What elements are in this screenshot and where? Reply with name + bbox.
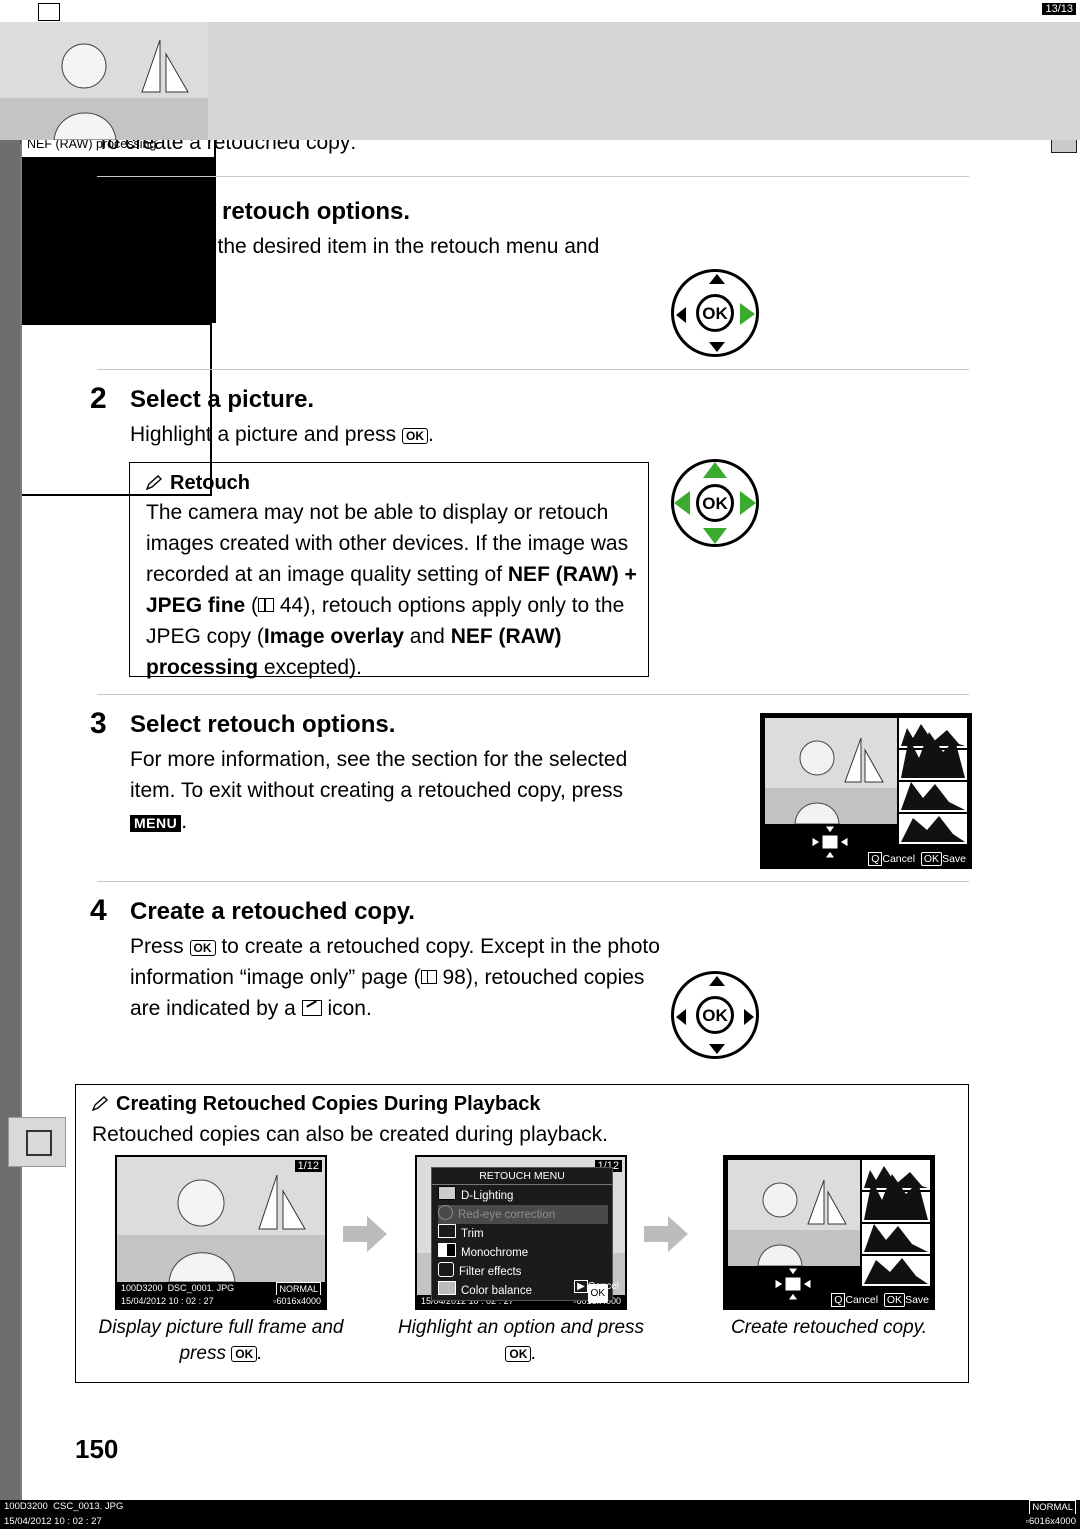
page-number: 150: [75, 1434, 119, 1464]
step-2-body: Highlight a picture and press OK.: [130, 423, 434, 446]
multi-selector-step1[interactable]: OK: [671, 269, 759, 357]
result-image: [728, 1160, 860, 1267]
overlay-item-trim[interactable]: Trim: [438, 1224, 608, 1243]
caption-1: Display picture full frame and press OK.: [98, 1317, 344, 1364]
pencil-icon: [145, 474, 163, 491]
note-retouch-title: Retouch: [145, 472, 250, 495]
red-eye-icon: [438, 1205, 453, 1220]
overlay-item-d-lighting[interactable]: D-Lighting: [438, 1186, 608, 1205]
retouch-preview-screen: Q Cancel OK Save: [760, 713, 972, 869]
playback-info-line2: 15/04/2012 10 : 02 : 27 ▫6016x4000: [117, 1295, 325, 1308]
note-playback-title: Creating Retouched Copies During Playbac…: [91, 1093, 541, 1116]
preview-footer: Q Cancel OK Save: [868, 852, 966, 866]
frame-counter: 1/12: [294, 1160, 322, 1172]
dpad-up-icon[interactable]: [709, 274, 725, 284]
caption-3: Create retouched copy.: [730, 1317, 928, 1338]
overlay-item-monochrome[interactable]: Monochrome: [438, 1243, 608, 1262]
playback-result-screen: Q Cancel OK Save: [723, 1155, 935, 1310]
dpad-down-icon[interactable]: [709, 1044, 725, 1054]
histogram-panel: [862, 1160, 930, 1286]
dpad-up-icon[interactable]: [703, 462, 727, 478]
ok-button[interactable]: OK: [696, 294, 734, 332]
ok-glyph: OK: [189, 940, 216, 956]
retouch-indicator-icon: [301, 1000, 322, 1016]
overlay-item-red-eye-correction[interactable]: Red-eye correction: [438, 1205, 608, 1224]
dpad-right-icon[interactable]: [744, 1009, 754, 1025]
divider-1: [97, 176, 969, 177]
divider-4: [97, 881, 969, 882]
pencil-icon: [91, 1095, 109, 1112]
photo-info-line2: 15/04/2012 10 : 02 : 27 ▫6016x4000: [0, 1514, 1080, 1529]
step-4-body: Press OK to create a retouched copy. Exc…: [130, 935, 660, 1020]
step-4-number: 4: [90, 894, 107, 927]
overlay-cancel-hint: ▶ Cancel: [574, 1280, 619, 1293]
playback-info-line1: 100D3200 DSC_0001. JPG NORMAL: [117, 1282, 325, 1297]
retouch-tab-icon: [26, 1130, 52, 1156]
manual-page: Creating Retouched Copies To create a re…: [0, 0, 1080, 1529]
playback-fullframe-screen: 1/12 100D3200 DSC_0001. JPG NORMAL 15/04…: [115, 1155, 327, 1310]
photo-image: [0, 22, 1080, 141]
step-4-heading: Create a retouched copy.: [130, 898, 415, 925]
step-2-number: 2: [90, 382, 107, 415]
note-playback-body: Retouched copies can also be created dur…: [92, 1123, 608, 1146]
menu-icon-column: [0, 17, 20, 1529]
step-3-heading: Select retouch options.: [130, 711, 396, 738]
book-icon: [258, 598, 275, 612]
step-1-number: 1: [90, 194, 107, 227]
ok-glyph: OK: [231, 1346, 258, 1362]
photo-info-line1: 100D3200 CSC_0013. JPG NORMAL: [0, 1500, 1080, 1516]
arrow-right-icon-1: [343, 1214, 387, 1254]
color-balance-icon: [438, 1281, 456, 1295]
ok-button[interactable]: OK: [696, 484, 734, 522]
filter-effects-icon: [438, 1262, 454, 1277]
image-size: ▫6016x4000: [1025, 1516, 1076, 1527]
dpad-left-icon[interactable]: [674, 491, 690, 515]
adjust-pad-icon: [773, 1267, 813, 1301]
step-1-heading: Display retouch options.: [130, 198, 411, 225]
dpad-left-icon[interactable]: [676, 1009, 686, 1025]
caption-2: Highlight an option and press OK.: [397, 1317, 645, 1364]
nef-raw-icon: [1051, 138, 1077, 153]
dpad-right-icon[interactable]: [740, 491, 756, 515]
step-3-body: For more information, see the section fo…: [130, 748, 628, 833]
step-1-body: Highlight the desired item in the retouc…: [130, 235, 600, 289]
overlay-menu-header: RETOUCH MENU: [432, 1168, 612, 1185]
playback-image: 1/12: [117, 1157, 325, 1283]
overlay-item-filter-effects[interactable]: Filter effects: [438, 1262, 608, 1281]
adjust-pad-icon: [810, 825, 850, 859]
menu-button-glyph: MENU: [130, 815, 182, 832]
frame-counter: 13/13: [1042, 3, 1076, 15]
photo-info-topbar: 13/13: [0, 0, 1080, 23]
divider-3: [97, 694, 969, 695]
step-2-heading: Select a picture.: [130, 386, 315, 413]
ok-glyph: OK: [505, 1346, 532, 1362]
step-3-number: 3: [90, 707, 107, 740]
ok-button[interactable]: OK: [696, 996, 734, 1034]
dpad-right-icon[interactable]: [740, 303, 755, 325]
monochrome-icon: [438, 1243, 456, 1257]
playback-retouch-menu-screen: 1/12 15/04/2012 10 : 02 : 27 ▫6016x4000 …: [415, 1155, 627, 1310]
multi-selector-step2[interactable]: OK: [671, 459, 759, 547]
section-tab-marker: [8, 1117, 66, 1167]
arrow-right-icon-2: [644, 1214, 688, 1254]
trim-icon: [438, 1224, 456, 1238]
dpad-down-icon[interactable]: [703, 528, 727, 544]
retouch-indicator-icon: [38, 3, 60, 21]
multi-selector-step4[interactable]: OK: [671, 971, 759, 1059]
d-lighting-icon: [438, 1186, 456, 1200]
ok-glyph: OK: [402, 428, 428, 444]
note-retouch-body: The camera may not be able to display or…: [146, 501, 637, 679]
divider-2: [97, 369, 969, 370]
result-footer: Q Cancel OK Save: [831, 1293, 929, 1307]
book-icon: [420, 970, 437, 984]
histogram-panel: [899, 718, 967, 844]
preview-image: [765, 718, 897, 825]
dpad-up-icon[interactable]: [709, 976, 725, 986]
dpad-down-icon[interactable]: [709, 342, 725, 352]
dpad-left-icon[interactable]: [676, 307, 686, 323]
